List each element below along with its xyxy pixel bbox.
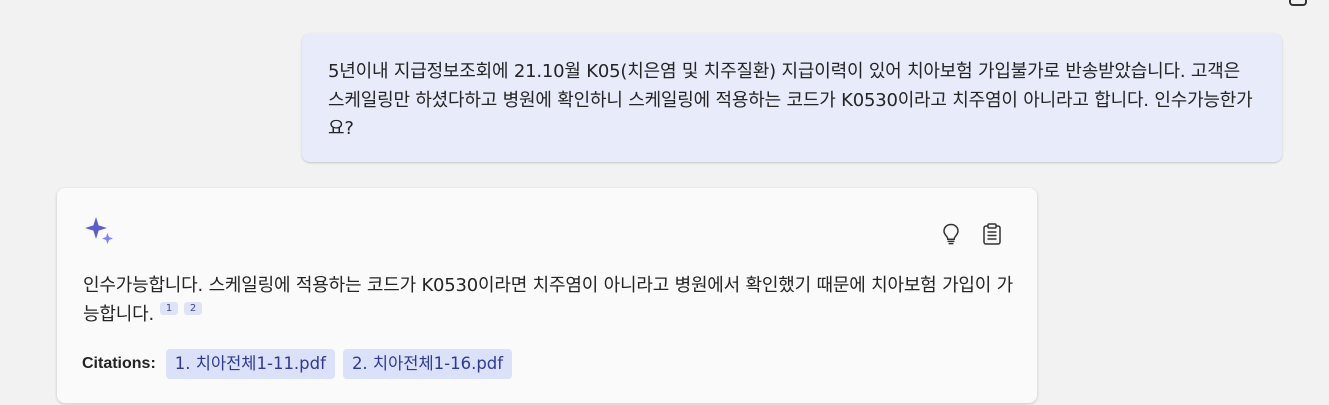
corner-toolbar-icon[interactable] xyxy=(1289,0,1307,6)
lightbulb-icon xyxy=(943,223,959,245)
citations-row: Citations: 1. 치아전체1-11.pdf 2. 치아전체1-16.p… xyxy=(82,349,520,379)
citation-link-1[interactable]: 1. 치아전체1-11.pdf xyxy=(165,349,335,379)
reference-marker-2[interactable]: 2 xyxy=(183,301,202,315)
lightbulb-button[interactable] xyxy=(939,221,963,247)
user-message-text: 5년이내 지급정보조회에 21.10월 K05(치은염 및 치주질환) 지급이력… xyxy=(328,61,1253,139)
sparkle-icon xyxy=(85,217,113,244)
citations-label: Citations: xyxy=(82,355,156,372)
bot-answer: 인수가능합니다. 스케일링에 적용하는 코드가 K0530이라면 치주염이 아니… xyxy=(83,272,1023,329)
citation-link-2[interactable]: 2. 치아전체1-16.pdf xyxy=(342,349,513,379)
bot-answer-text: 인수가능합니다. 스케일링에 적용하는 코드가 K0530이라면 치주염이 아니… xyxy=(83,275,1014,325)
bot-message-card: 인수가능합니다. 스케일링에 적용하는 코드가 K0530이라면 치주염이 아니… xyxy=(57,188,1037,403)
user-message-bubble: 5년이내 지급정보조회에 21.10월 K05(치은염 및 치주질환) 지급이력… xyxy=(302,33,1282,162)
clipboard-icon xyxy=(983,223,1001,245)
copy-button[interactable] xyxy=(979,221,1005,247)
reference-marker-1[interactable]: 1 xyxy=(159,301,178,315)
